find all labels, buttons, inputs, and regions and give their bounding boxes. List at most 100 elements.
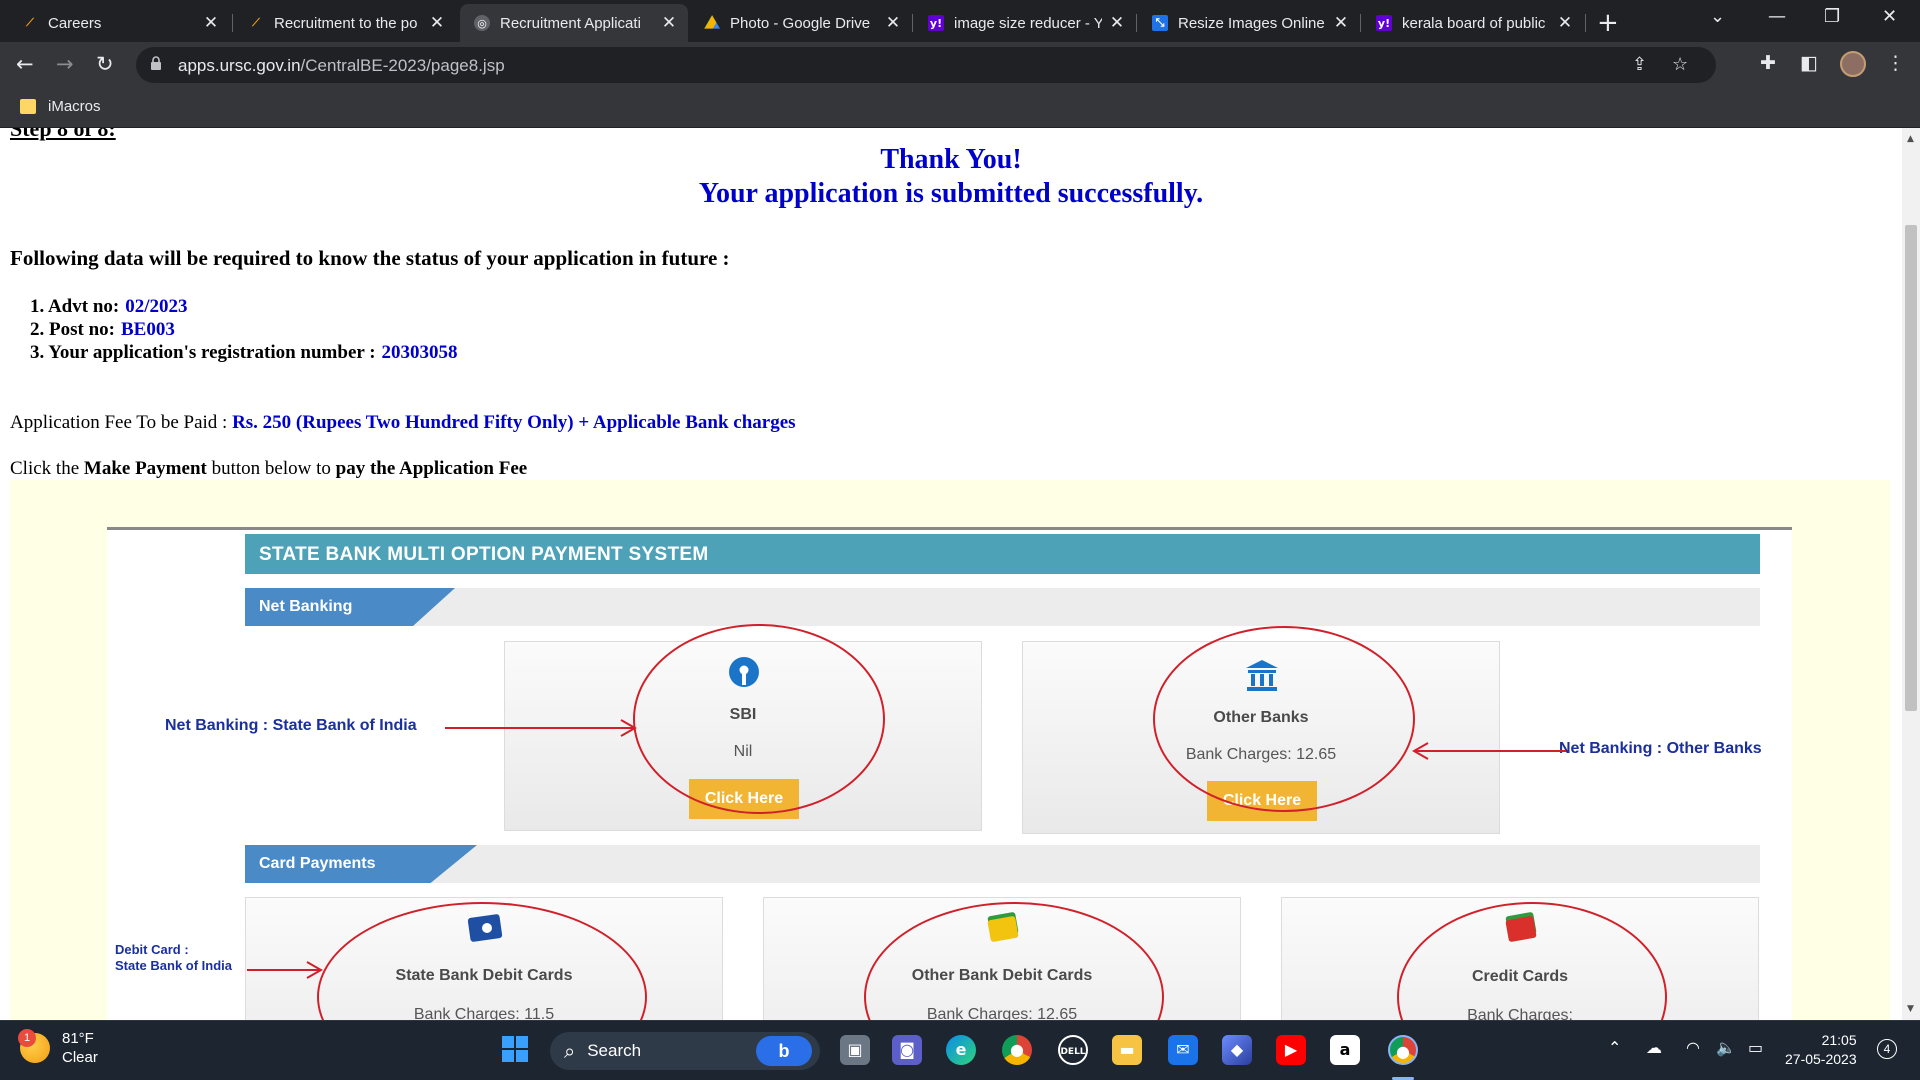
tab-title: image size reducer - Y xyxy=(954,14,1102,32)
scroll-down-icon[interactable]: ▼ xyxy=(1907,1004,1914,1014)
scrollbar-thumb[interactable] xyxy=(1905,225,1917,711)
close-icon[interactable]: ✕ xyxy=(428,13,446,33)
profile-avatar[interactable] xyxy=(1840,51,1866,77)
tab-resize-images[interactable]: ⤡ Resize Images Online ✕ xyxy=(1138,4,1360,42)
tab-google-drive[interactable]: Photo - Google Drive ✕ xyxy=(690,4,912,42)
close-icon[interactable]: ✕ xyxy=(884,13,902,33)
annotation-sbi-net-banking: Net Banking : State Bank of India xyxy=(165,717,417,734)
address-bar[interactable]: apps.ursc.gov.in/CentralBE-2023/page8.js… xyxy=(136,47,1716,83)
task-view-icon[interactable]: ▣ xyxy=(840,1035,870,1065)
tab-recruitment[interactable]: ⟋ Recruitment to the po ✕ xyxy=(234,4,456,42)
sbi-debit-charges: Bank Charges: 11.5 xyxy=(413,1006,555,1020)
close-icon[interactable]: ✕ xyxy=(1108,13,1126,33)
teams-chat-icon[interactable]: ◙ xyxy=(892,1035,922,1065)
other-banks-click-here-button[interactable]: Click Here xyxy=(1207,781,1317,821)
tab-strip: ⟋ Careers ✕ ⟋ Recruitment to the po ✕ ◎ … xyxy=(0,0,1920,42)
window-close-icon[interactable]: ✕ xyxy=(1882,6,1897,27)
page-viewport: Step 8 of 8: Thank You! Your application… xyxy=(0,128,1902,1020)
tab-recruitment-application[interactable]: ◎ Recruitment Applicati ✕ xyxy=(460,4,688,42)
system-clock[interactable]: 21:05 27-05-2023 xyxy=(1785,1031,1857,1069)
required-data-heading: Following data will be required to know … xyxy=(10,246,730,270)
chrome-icon[interactable]: ● xyxy=(1002,1035,1032,1065)
mail-icon[interactable]: ✉ xyxy=(1168,1035,1198,1065)
sbmops-frame: STATE BANK MULTI OPTION PAYMENT SYSTEM N… xyxy=(107,527,1792,1020)
other-debit-charges: Bank Charges: 12.65 xyxy=(926,1006,1078,1020)
clock-date: 27-05-2023 xyxy=(1785,1051,1857,1067)
clock-time: 21:05 xyxy=(1821,1032,1857,1048)
volume-icon[interactable]: 🔈 xyxy=(1716,1038,1736,1057)
file-explorer-icon[interactable]: ▬ xyxy=(1112,1035,1142,1065)
onedrive-icon[interactable]: ☁ xyxy=(1646,1038,1662,1057)
close-icon[interactable]: ✕ xyxy=(1332,13,1350,33)
bing-icon[interactable]: b xyxy=(756,1036,812,1066)
url-text: apps.ursc.gov.in/CentralBE-2023/page8.js… xyxy=(178,56,505,75)
close-icon[interactable]: ✕ xyxy=(1556,13,1574,33)
copilot-icon[interactable]: ◆ xyxy=(1222,1035,1252,1065)
taskbar-search[interactable]: ⌕ Search b xyxy=(550,1032,820,1070)
page-scrollbar[interactable]: ▲ ▼ xyxy=(1902,128,1920,1020)
sbi-charges: Nil xyxy=(733,743,753,760)
isro-icon: ⟋ xyxy=(26,16,34,29)
youtube-icon[interactable]: ▶ xyxy=(1276,1035,1306,1065)
other-debit-card-tile[interactable]: Other Bank Debit Cards Bank Charges: 12.… xyxy=(763,897,1241,1020)
tab-title: kerala board of public xyxy=(1402,14,1546,32)
amazon-icon[interactable]: a xyxy=(1330,1035,1360,1065)
close-icon[interactable]: ✕ xyxy=(202,13,220,33)
submitted-message: Your application is submitted successful… xyxy=(698,178,1204,209)
credit-card-icon xyxy=(1505,912,1537,942)
chrome-profile-icon[interactable]: ● xyxy=(1388,1035,1418,1065)
edge-icon[interactable]: e xyxy=(946,1035,976,1065)
resize-icon: ⤡ xyxy=(1152,15,1168,31)
tab-kerala-board[interactable]: y! kerala board of public ✕ xyxy=(1362,4,1584,42)
reload-icon[interactable]: ↻ xyxy=(96,52,114,76)
sbi-net-banking-card: SBI Nil Click Here xyxy=(504,641,982,831)
net-banking-section: Net Banking xyxy=(245,588,1760,626)
notification-badge[interactable]: 4 xyxy=(1877,1039,1897,1059)
sbi-click-here-button[interactable]: Click Here xyxy=(689,779,799,819)
bookmark-imacros[interactable]: iMacros xyxy=(20,98,101,115)
list-item: 2. Post no: BE003 xyxy=(30,319,175,340)
sbi-name: SBI xyxy=(729,706,757,723)
battery-icon[interactable]: ▭ xyxy=(1748,1038,1763,1057)
show-hidden-icons-icon[interactable]: ⌃ xyxy=(1608,1038,1621,1057)
bookmark-star-icon[interactable]: ☆ xyxy=(1672,54,1688,75)
dell-icon[interactable]: DELL xyxy=(1058,1035,1088,1065)
google-drive-icon xyxy=(704,15,720,29)
tab-title: Recruitment to the po xyxy=(274,14,418,32)
browser-toolbar: ← → ↻ apps.ursc.gov.in/CentralBE-2023/pa… xyxy=(0,42,1920,88)
wifi-icon[interactable]: ◠ xyxy=(1686,1038,1700,1057)
arrow-line xyxy=(445,727,633,729)
close-icon[interactable]: ✕ xyxy=(660,13,678,33)
debit-card-icon xyxy=(987,912,1019,942)
registration-number: 20303058 xyxy=(381,342,458,363)
new-tab-icon[interactable]: + xyxy=(1597,8,1619,38)
back-icon[interactable]: ← xyxy=(16,52,34,76)
payment-panel: STATE BANK MULTI OPTION PAYMENT SYSTEM N… xyxy=(10,480,1890,1020)
bank-building-icon xyxy=(1246,660,1278,691)
tab-title: Recruitment Applicati xyxy=(500,14,641,32)
restore-icon[interactable]: ❐ xyxy=(1824,6,1840,27)
windows-taskbar: 1 81°F Clear ⌕ Search b ▣ ◙ e ● DELL ▬ ✉… xyxy=(0,1020,1920,1080)
minimize-icon[interactable]: — xyxy=(1768,6,1786,27)
tab-image-size-reducer[interactable]: y! image size reducer - Y ✕ xyxy=(914,4,1136,42)
extensions-icon[interactable]: ✚ xyxy=(1760,52,1776,74)
search-icon: ⌕ xyxy=(564,1039,576,1063)
share-icon[interactable]: ⇪ xyxy=(1632,54,1647,75)
wallet-icon xyxy=(467,914,503,942)
yahoo-icon: y! xyxy=(1376,15,1392,31)
side-panel-icon[interactable]: ◧ xyxy=(1800,52,1818,74)
weather-widget[interactable]: 1 81°F Clear xyxy=(18,1029,98,1067)
tab-search-chevron-icon[interactable]: ⌄ xyxy=(1710,6,1725,27)
credit-card-tile[interactable]: Credit Cards Bank Charges: xyxy=(1281,897,1759,1020)
bookmarks-bar: iMacros xyxy=(0,88,1920,128)
menu-icon[interactable]: ⋮ xyxy=(1886,52,1905,74)
step-label: Step 8 of 8: xyxy=(10,128,116,141)
scroll-up-icon[interactable]: ▲ xyxy=(1907,134,1914,144)
net-banking-label: Net Banking xyxy=(245,588,455,626)
tab-careers[interactable]: ⟋ Careers ✕ xyxy=(8,4,230,42)
list-item: 3. Your application's registration numbe… xyxy=(30,342,458,363)
forward-icon[interactable]: → xyxy=(56,52,74,76)
bookmark-label: iMacros xyxy=(48,98,101,115)
sbi-debit-card-tile[interactable]: State Bank Debit Cards Bank Charges: 11.… xyxy=(245,897,723,1020)
windows-start-icon[interactable] xyxy=(500,1035,530,1065)
